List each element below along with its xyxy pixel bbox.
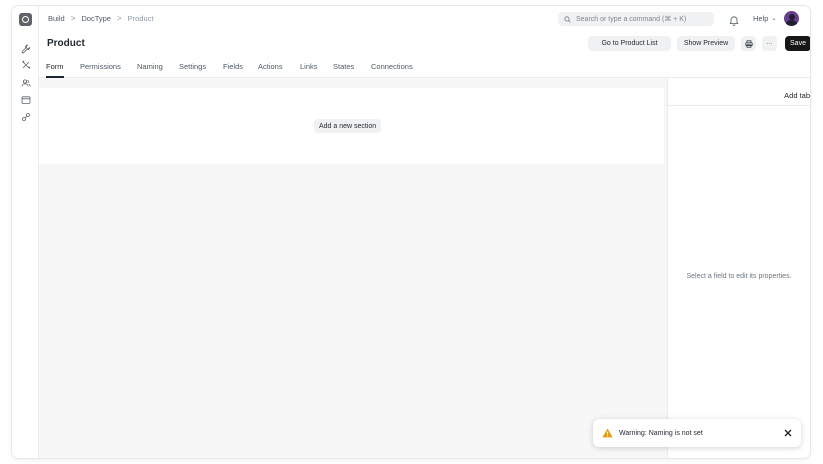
tab-permissions[interactable]: Permissions [80, 62, 121, 71]
tab-naming[interactable]: Naming [137, 62, 163, 71]
users-icon[interactable] [19, 76, 32, 89]
notification-bell-icon[interactable] [729, 13, 739, 31]
search-input[interactable]: Search or type a command (⌘ + K) [558, 12, 714, 26]
tab-connections[interactable]: Connections [371, 62, 413, 71]
help-label: Help [753, 14, 769, 23]
save-button[interactable]: Save [785, 36, 810, 51]
form-section: Add a new section [39, 88, 664, 164]
printer-icon [744, 39, 753, 48]
wrench-icon[interactable] [19, 42, 32, 55]
window-icon[interactable] [19, 93, 32, 106]
breadcrumb-doctype[interactable]: DocType [81, 14, 111, 23]
tab-actions[interactable]: Actions [258, 62, 283, 71]
print-button[interactable] [741, 36, 756, 51]
warning-icon [602, 428, 613, 438]
show-preview-button[interactable]: Show Preview [677, 36, 735, 51]
tab-links[interactable]: Links [300, 62, 318, 71]
tab-form[interactable]: Form [46, 62, 64, 71]
app-logo-icon[interactable] [19, 13, 32, 26]
more-options-button[interactable]: ··· [762, 36, 777, 51]
tab-settings[interactable]: Settings [179, 62, 206, 71]
search-icon [564, 15, 571, 23]
breadcrumb: Build > DocType > Product [48, 14, 154, 23]
breadcrumb-product[interactable]: Product [128, 14, 154, 23]
avatar[interactable] [784, 11, 799, 26]
form-canvas: Add a new section [39, 78, 667, 458]
add-tab-button[interactable]: Add tab [784, 91, 810, 100]
app-window: Build > DocType > Product Search or type… [12, 6, 810, 458]
tab-states[interactable]: States [333, 62, 354, 71]
search-placeholder: Search or type a command (⌘ + K) [576, 16, 687, 23]
properties-empty-text: Select a field to edit its properties. [686, 273, 792, 280]
title-row: Product Go to Product List Show Preview … [39, 33, 810, 55]
breadcrumb-build[interactable]: Build [48, 14, 65, 23]
tab-fields[interactable]: Fields [223, 62, 243, 71]
top-bar: Build > DocType > Product Search or type… [39, 6, 810, 33]
breadcrumb-separator: > [116, 14, 122, 23]
properties-header: Add tab [668, 88, 810, 106]
help-dropdown[interactable]: Help ⌄ [753, 14, 776, 23]
properties-panel: Add tab Select a field to edit its prope… [668, 78, 810, 458]
add-section-button[interactable]: Add a new section [314, 119, 382, 133]
toast-message: Warning: Naming is not set [619, 429, 703, 437]
integration-icon[interactable] [19, 110, 32, 123]
sidebar [12, 6, 39, 458]
tab-bar: Form Permissions Naming Settings Fields … [39, 55, 810, 78]
warning-toast: Warning: Naming is not set [593, 419, 801, 447]
chevron-down-icon: ⌄ [771, 16, 777, 22]
go-to-list-button[interactable]: Go to Product List [588, 36, 671, 51]
tools-icon[interactable] [19, 58, 32, 71]
breadcrumb-separator: > [70, 14, 76, 23]
close-icon[interactable] [782, 427, 793, 438]
page-title: Product [47, 38, 85, 49]
